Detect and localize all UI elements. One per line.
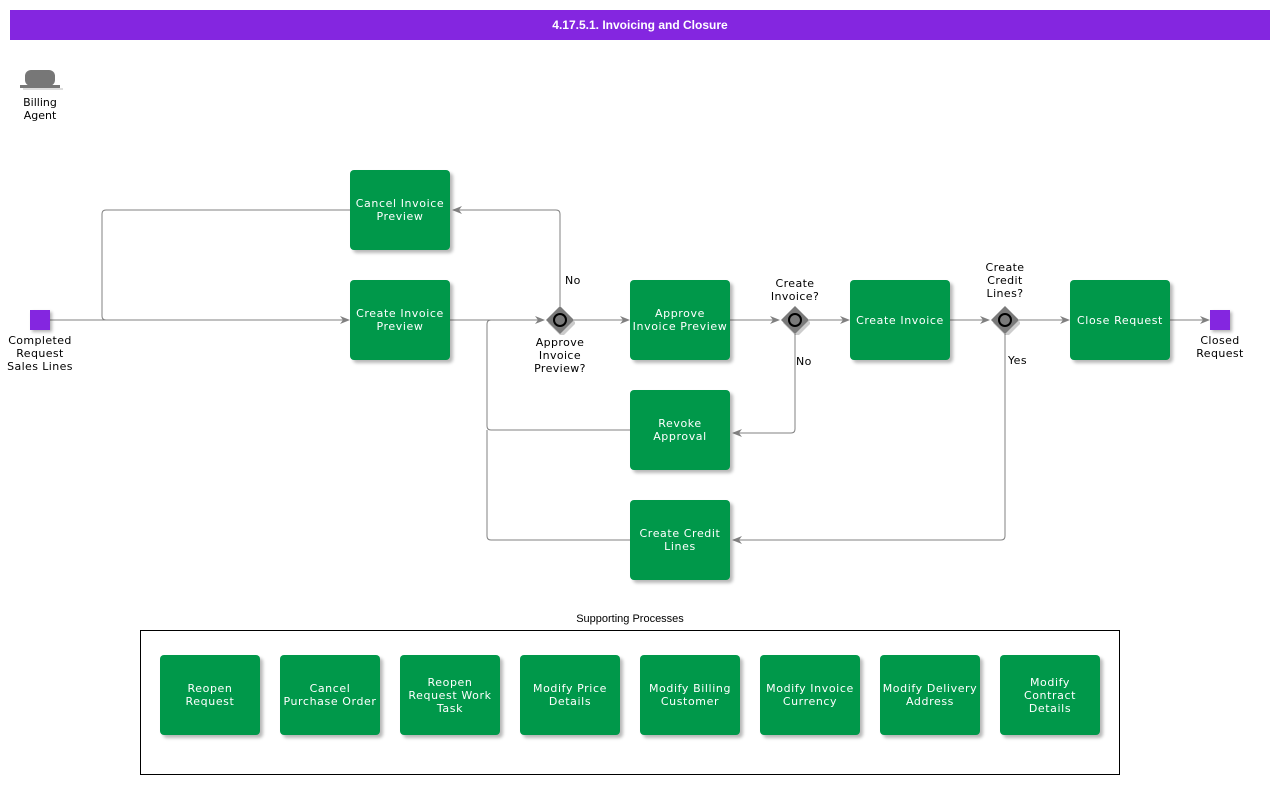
- flow-cancel-preview-to-start: [101, 209, 350, 321]
- task-close-request[interactable]: Close Request: [1070, 280, 1170, 360]
- support-task[interactable]: Modify Invoice Currency: [760, 655, 860, 735]
- gateway-approve-branch-no: No: [565, 274, 581, 287]
- flow-gateway-no-to-cancel: [452, 206, 561, 306]
- flow-credit-gateway-yes-to-credit-lines: [732, 334, 1006, 544]
- gateway-approve-invoice-preview[interactable]: [545, 305, 575, 335]
- task-revoke-approval[interactable]: Revoke Approval: [630, 390, 730, 470]
- start-event[interactable]: [30, 310, 50, 330]
- task-approve-invoice-preview[interactable]: Approve Invoice Preview: [630, 280, 730, 360]
- task-create-credit-lines[interactable]: Create Credit Lines: [630, 500, 730, 580]
- gateway-create-invoice[interactable]: [780, 305, 810, 335]
- flow-credit-lines-to-gateway: [486, 430, 630, 541]
- gateway-approve-label: Approve Invoice Preview?: [534, 336, 586, 375]
- support-task[interactable]: Reopen Request Work Task: [400, 655, 500, 735]
- end-event[interactable]: [1210, 310, 1230, 330]
- support-task[interactable]: Cancel Purchase Order: [280, 655, 380, 735]
- support-task[interactable]: Modify Price Details: [520, 655, 620, 735]
- task-cancel-invoice-preview[interactable]: Cancel Invoice Preview: [350, 170, 450, 250]
- support-task[interactable]: Modify Billing Customer: [640, 655, 740, 735]
- end-event-label: Closed Request: [1196, 334, 1244, 360]
- task-create-invoice[interactable]: Create Invoice: [850, 280, 950, 360]
- supporting-processes-title: Supporting Processes: [576, 613, 684, 625]
- support-task[interactable]: Reopen Request: [160, 655, 260, 735]
- gateway-create-credit-lines[interactable]: [990, 305, 1020, 335]
- support-task[interactable]: Modify Delivery Address: [880, 655, 980, 735]
- start-event-label: Completed Request Sales Lines: [7, 334, 73, 373]
- gateway-credit-lines-branch-yes: Yes: [1008, 354, 1027, 367]
- gateway-create-invoice-branch-no: No: [796, 355, 812, 368]
- task-create-invoice-preview[interactable]: Create Invoice Preview: [350, 280, 450, 360]
- flow-invoice-gateway-no-to-revoke: [732, 334, 796, 437]
- gateway-create-invoice-label: Create Invoice?: [770, 277, 820, 303]
- gateway-credit-lines-label: Create Credit Lines?: [985, 261, 1025, 300]
- support-task[interactable]: Modify Contract Details: [1000, 655, 1100, 735]
